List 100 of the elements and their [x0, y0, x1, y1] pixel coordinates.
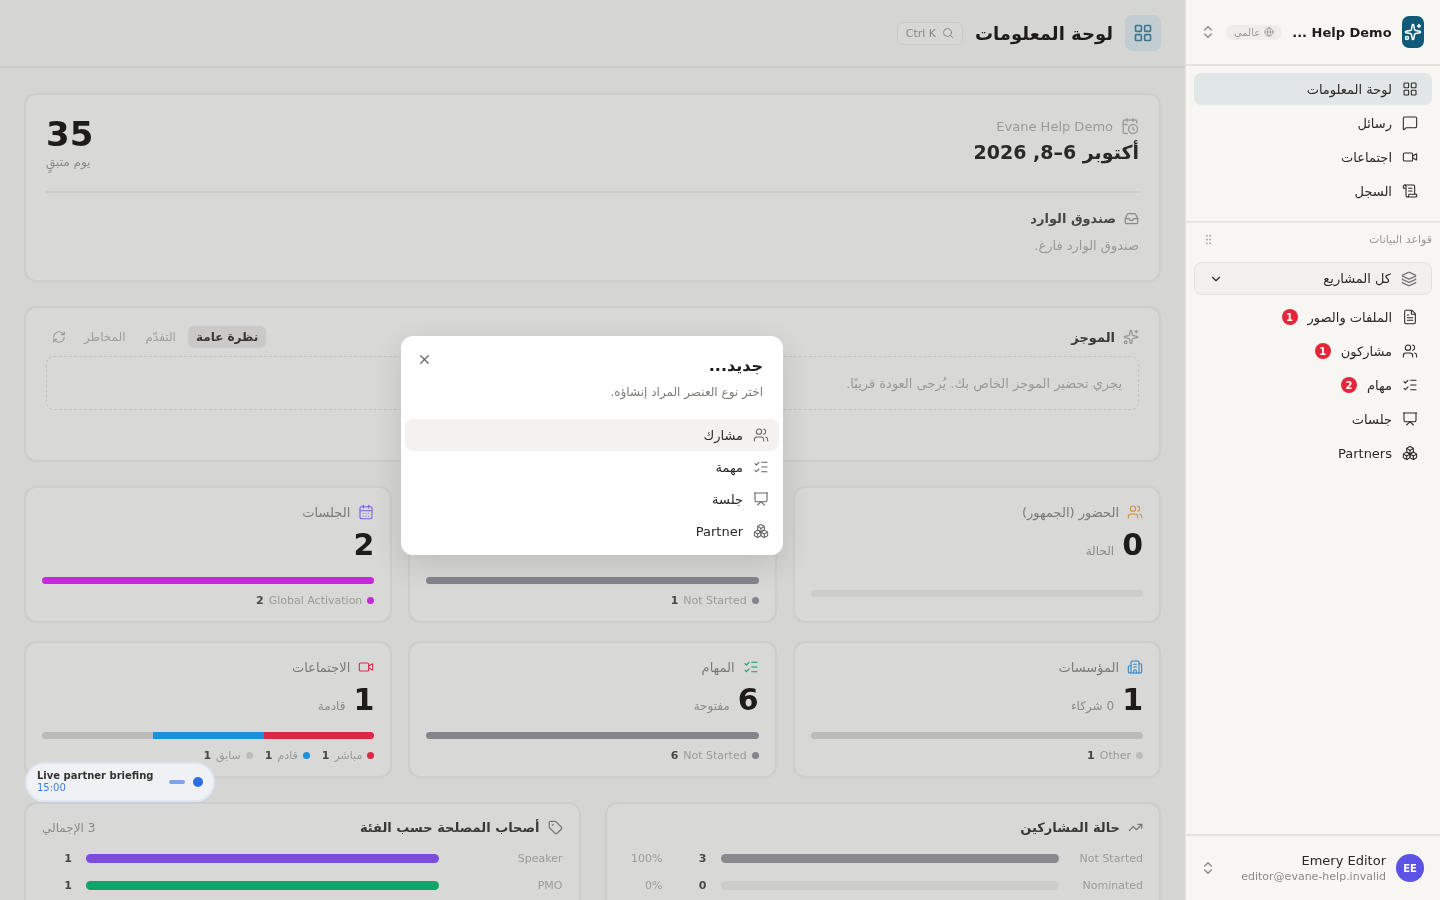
stat-sublabel: مفتوحة [693, 699, 730, 713]
building-icon [1127, 659, 1143, 675]
stat-value: 1 [353, 685, 375, 715]
section-title: قواعد البيانات [1369, 233, 1432, 246]
status-percent: 0% [644, 879, 663, 892]
category-count: 1 [63, 879, 72, 892]
legend-count: 1 [264, 749, 273, 762]
dialog-subtitle: اختر نوع العنصر المراد إنشاؤه. [609, 385, 763, 399]
legend-label: Not Started [683, 749, 747, 762]
status-count: 0 [697, 879, 707, 892]
menu-item[interactable]: Partner [405, 515, 779, 547]
legend-label: Global Activation [268, 594, 363, 607]
tab[interactable]: نظرة عامة [187, 326, 267, 348]
stat-title: الحضور (الجمهور) [1022, 504, 1119, 520]
category-count: 1 [63, 852, 72, 865]
menu-item[interactable]: جلسة [405, 483, 779, 515]
stat-value: 0 [1122, 530, 1143, 560]
video-camera-icon [358, 659, 375, 675]
user-name: Emery Editor [1301, 853, 1386, 868]
avatar: EE [1396, 854, 1424, 882]
status-label: Nominated [1081, 879, 1143, 892]
grid-icon [1402, 81, 1418, 97]
legend-label: قادم [277, 749, 298, 762]
calendar-icon [358, 504, 375, 520]
brief-title: الموجز [1071, 329, 1115, 345]
legend-count: 1 [321, 749, 330, 762]
calendar-clock-icon [1121, 117, 1139, 135]
status-label: Not Started [1078, 852, 1143, 865]
stat-title: الجلسات [302, 504, 351, 520]
stat-value: 6 [737, 685, 759, 715]
stat-sublabel: 0 شركاء [1070, 699, 1115, 713]
countdown-number: 35 [46, 117, 94, 151]
database-item[interactable]: جلسات [1194, 403, 1432, 435]
nav-item[interactable]: لوحة المعلومات [1194, 73, 1432, 105]
video-badge-icon [169, 780, 185, 784]
card-title: حالة المشاركين [1020, 820, 1120, 835]
category-label: Speaker [516, 852, 563, 865]
toast-time: 15:00 [37, 782, 67, 794]
meeting-toast[interactable]: Live partner briefing 15:00 [25, 762, 215, 802]
stat-value: 2 [353, 530, 375, 560]
dialog-title: جديد... [707, 356, 763, 375]
menu-item[interactable]: مهمة [405, 451, 779, 483]
boxes-icon [1402, 445, 1418, 461]
people-icon [1402, 343, 1418, 359]
toast-title: Live partner briefing [37, 770, 154, 782]
legend-count: 6 [670, 749, 679, 762]
stat-title: المهام [701, 659, 735, 675]
dashboard-icon [1125, 15, 1161, 51]
sparkles-icon [1123, 329, 1139, 345]
nav-item[interactable]: اجتماعات [1194, 141, 1432, 173]
layers-icon [1401, 270, 1417, 287]
count-badge: 2 [1341, 377, 1358, 393]
stat-title: المؤسسات [1058, 659, 1119, 675]
event-dates: أكتوبر 6–8, 2026 [973, 141, 1139, 163]
people-icon [1127, 504, 1143, 520]
count-badge: 1 [1314, 343, 1331, 359]
workspace-name: ... Help Demo [1292, 24, 1392, 40]
search-icon [942, 27, 954, 39]
nav-item[interactable]: رسائل [1194, 107, 1432, 139]
legend-label: سابق [216, 749, 241, 762]
stat-sublabel: الحالة [1085, 544, 1115, 558]
legend-count: 2 [256, 594, 264, 607]
category-label: PMO [536, 879, 563, 892]
stat-value: 1 [1122, 685, 1143, 715]
legend-label: Not Started [683, 594, 747, 607]
inbox-icon [1124, 210, 1139, 226]
inbox-title: صندوق الوارد [1030, 210, 1116, 226]
checklist-icon [1402, 377, 1418, 393]
status-dot-icon [193, 777, 203, 787]
stat-sublabel: قادمة [317, 699, 346, 713]
card-title: أصحاب المصلحة حسب الفئة [359, 820, 540, 835]
database-item[interactable]: Partners [1194, 437, 1432, 469]
people-icon [753, 427, 769, 443]
chat-bubble-icon [1402, 115, 1418, 131]
inbox-empty-text: صندوق الوارد فارغ. [1033, 237, 1139, 253]
refresh-icon [52, 330, 66, 344]
logo [1401, 16, 1424, 48]
brief-message: يجري تحضير الموجز الخاص بك. يُرجى العودة قريبًا. [846, 375, 1122, 391]
project-dropdown[interactable]: كل المشاريع [1194, 262, 1432, 295]
total-count: 3 الإجمالي [42, 820, 96, 835]
legend-label: Other [1099, 749, 1131, 762]
scope-badge: عالمي [1226, 24, 1283, 40]
nav-item[interactable]: السجل [1194, 175, 1432, 207]
legend-count: 1 [670, 594, 679, 607]
checklist-icon [753, 459, 769, 475]
document-icon [1402, 309, 1418, 325]
presentation-board-icon [1402, 411, 1418, 427]
legend-count: 1 [203, 749, 212, 762]
presentation-board-icon [753, 491, 769, 507]
menu-item[interactable]: مشارك [405, 419, 779, 451]
status-percent: 100% [630, 852, 663, 865]
boxes-icon [753, 523, 769, 539]
user-email: editor@evane-help.invalid [1241, 870, 1386, 883]
scroll-icon [1402, 183, 1418, 199]
status-count: 3 [697, 852, 707, 865]
legend-count: 1 [1087, 749, 1095, 762]
stat-title: الاجتماعات [291, 659, 351, 675]
organization-name: Evane Help Demo [996, 118, 1113, 134]
checklist-icon [742, 659, 759, 675]
video-camera-icon [1402, 149, 1418, 165]
